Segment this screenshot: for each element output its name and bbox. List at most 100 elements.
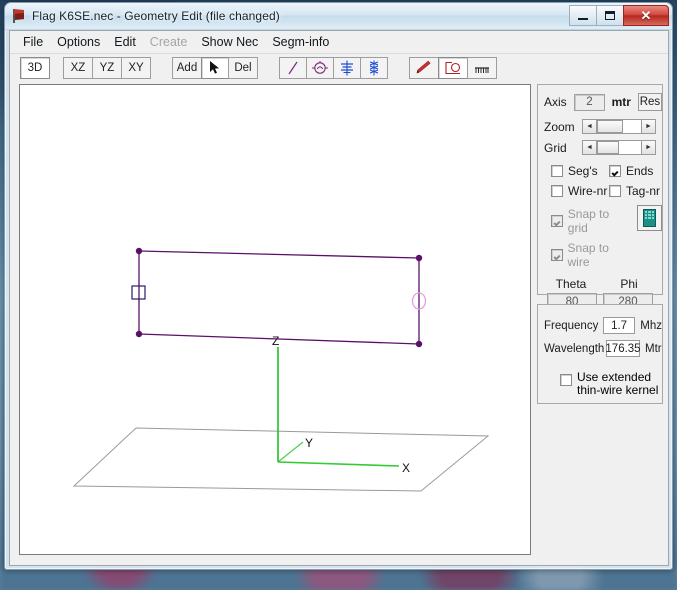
maximize-button[interactable] bbox=[596, 5, 624, 26]
checkbox-wire-nr-box[interactable] bbox=[551, 185, 563, 197]
toolbar: 3D XZ YZ XY Add Del bbox=[10, 54, 668, 82]
zoom-scroll-track[interactable] bbox=[597, 120, 641, 133]
close-button[interactable]: ✕ bbox=[623, 5, 669, 26]
menu-options[interactable]: Options bbox=[50, 33, 107, 51]
menu-segm-info[interactable]: Segm-info bbox=[265, 33, 336, 51]
wavelength-input[interactable]: 176.35 bbox=[605, 340, 641, 357]
grid-scroll-right-arrow[interactable]: ► bbox=[641, 141, 655, 154]
checkbox-snap-to-grid-box bbox=[551, 215, 563, 227]
reset-button[interactable]: Res bbox=[637, 93, 662, 111]
checkbox-ends[interactable]: Ends bbox=[609, 164, 653, 178]
toolbar-select-arrow[interactable] bbox=[201, 57, 229, 79]
wavelength-label: Wavelength bbox=[544, 342, 605, 355]
toolbar-view-yz[interactable]: YZ bbox=[92, 57, 122, 79]
checkbox-row-2: Wire-nr Tag-nr bbox=[551, 184, 662, 198]
wavelength-unit-label: Mtr bbox=[645, 342, 662, 355]
geometry-drawing: Z Y X bbox=[72, 247, 490, 492]
menu-file[interactable]: File bbox=[16, 33, 50, 51]
zoom-scroll-thumb[interactable] bbox=[597, 120, 623, 133]
checkbox-segs[interactable]: Seg's bbox=[551, 164, 609, 178]
antenna-wires bbox=[138, 250, 420, 345]
toolbar-wire-button[interactable] bbox=[279, 57, 307, 79]
grid-scroll-left-arrow[interactable]: ◄ bbox=[583, 141, 597, 154]
checkbox-wire-nr[interactable]: Wire-nr bbox=[551, 184, 609, 198]
checkbox-snap-to-wire-label: Snap to wire bbox=[567, 241, 609, 269]
axis-x-line bbox=[277, 461, 400, 467]
control-panel: Axis 2 mtr Res Zoom ◄ ► Grid ◄ ► Seg's E… bbox=[537, 84, 663, 404]
checkbox-tag-nr-label: Tag-nr bbox=[626, 184, 661, 198]
axis-y-line bbox=[277, 441, 304, 463]
wire-endpoints bbox=[135, 247, 423, 348]
grid-label: Grid bbox=[544, 140, 567, 155]
frequency-input[interactable]: 1.7 bbox=[602, 317, 636, 334]
minimize-button[interactable] bbox=[569, 5, 597, 26]
frequency-group: Frequency 1.7 Mhz Wavelength 176.35 Mtr … bbox=[537, 304, 663, 404]
axis-row: Axis 2 mtr Res bbox=[544, 93, 662, 111]
pencil-icon bbox=[416, 60, 431, 74]
checkbox-tag-nr[interactable]: Tag-nr bbox=[609, 184, 660, 198]
wavelength-row: Wavelength 176.35 Mtr bbox=[544, 340, 662, 357]
window-title: Flag K6SE.nec - Geometry Edit (file chan… bbox=[32, 9, 280, 23]
zoom-label: Zoom bbox=[544, 119, 575, 134]
menu-show-nec[interactable]: Show Nec bbox=[194, 33, 265, 51]
axis-label: Axis bbox=[544, 95, 567, 109]
toolbar-network-button[interactable] bbox=[360, 57, 388, 79]
load-icon bbox=[341, 60, 353, 76]
window-controls: ✕ bbox=[569, 5, 669, 26]
zoom-scroll-left-arrow[interactable]: ◄ bbox=[583, 120, 597, 133]
phi-label: Phi bbox=[620, 277, 638, 291]
toolbar-view-xz[interactable]: XZ bbox=[63, 57, 93, 79]
grid-scrollbar[interactable]: ◄ ► bbox=[582, 140, 656, 155]
frequency-unit-label: Mhz bbox=[640, 319, 662, 332]
checkbox-tag-nr-box[interactable] bbox=[609, 185, 621, 197]
network-icon bbox=[369, 60, 379, 76]
frequency-label: Frequency bbox=[544, 319, 599, 332]
axis-y-label: Y bbox=[305, 436, 313, 450]
client-area: File Options Edit Create Show Nec Segm-i… bbox=[9, 30, 669, 566]
grid-scroll-thumb[interactable] bbox=[597, 141, 619, 154]
checkbox-ends-box[interactable] bbox=[609, 165, 621, 177]
angle-labels-row: Theta Phi bbox=[538, 277, 662, 291]
toolbar-source-button[interactable] bbox=[306, 57, 334, 79]
calculator-button[interactable] bbox=[637, 205, 662, 231]
zoom-scroll-right-arrow[interactable]: ► bbox=[641, 120, 655, 133]
toolbar-add-button[interactable]: Add bbox=[172, 57, 202, 79]
ground-icon bbox=[445, 61, 461, 75]
flag-icon bbox=[11, 8, 27, 24]
calculator-icon bbox=[643, 209, 657, 227]
axis-z-label: Z bbox=[272, 334, 279, 348]
checkbox-snap-to-wire: Snap to wire bbox=[551, 241, 631, 269]
wire-line-icon bbox=[288, 61, 298, 75]
frequency-row: Frequency 1.7 Mhz bbox=[544, 317, 662, 334]
zoom-row: Zoom ◄ ► bbox=[544, 119, 662, 134]
checkbox-segs-label: Seg's bbox=[568, 164, 598, 178]
axis-value-field[interactable]: 2 bbox=[574, 93, 605, 111]
menu-edit[interactable]: Edit bbox=[107, 33, 143, 51]
checkbox-snap-to-grid: Snap to grid bbox=[551, 207, 631, 235]
zoom-scrollbar[interactable]: ◄ ► bbox=[582, 119, 656, 134]
toolbar-view-xy[interactable]: XY bbox=[121, 57, 151, 79]
title-bar: Flag K6SE.nec - Geometry Edit (file chan… bbox=[5, 3, 672, 30]
checkbox-thin-wire-kernel-box[interactable] bbox=[560, 374, 572, 386]
toolbar-radials-button[interactable] bbox=[467, 57, 497, 79]
toolbar-pencil-button[interactable] bbox=[409, 57, 439, 79]
geometry-canvas[interactable]: Z Y X bbox=[19, 84, 531, 555]
menu-create: Create bbox=[149, 35, 188, 49]
axis-x-label: X bbox=[402, 461, 410, 475]
source-icon bbox=[312, 61, 328, 74]
checkbox-wire-nr-label: Wire-nr bbox=[568, 184, 608, 198]
thin-wire-kernel-row[interactable]: Use extended thin-wire kernel bbox=[560, 371, 662, 397]
grid-scroll-track[interactable] bbox=[597, 141, 641, 154]
toolbar-ground-button[interactable] bbox=[438, 57, 468, 79]
units-label: mtr bbox=[611, 95, 631, 109]
cursor-arrow-icon bbox=[210, 61, 219, 74]
toolbar-del-button[interactable]: Del bbox=[228, 57, 258, 79]
application-window: Flag K6SE.nec - Geometry Edit (file chan… bbox=[4, 2, 673, 570]
theta-label: Theta bbox=[555, 277, 587, 291]
checkbox-snap-to-grid-label: Snap to grid bbox=[567, 207, 610, 235]
toolbar-load-button[interactable] bbox=[333, 57, 361, 79]
snap-row: Snap to grid Snap to wire bbox=[551, 205, 662, 269]
checkbox-segs-box[interactable] bbox=[551, 165, 563, 177]
toolbar-view-3d[interactable]: 3D bbox=[20, 57, 50, 79]
checkbox-ends-label: Ends bbox=[626, 164, 654, 178]
